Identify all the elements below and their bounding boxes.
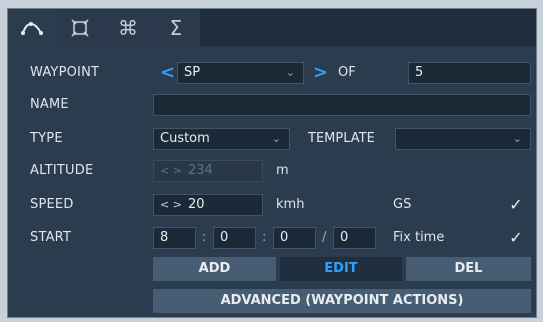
chevron-down-icon: ⌄ xyxy=(512,132,522,145)
waypoint-total-field: 5 xyxy=(408,62,531,84)
altitude-label: ALTITUDE xyxy=(30,163,94,178)
target-frame-icon xyxy=(71,18,89,37)
fix-time-label: Fix time xyxy=(393,230,445,245)
name-input[interactable] xyxy=(153,94,531,116)
time-separator: : xyxy=(202,230,207,245)
tab-waypoint-path[interactable] xyxy=(8,9,56,46)
altitude-unit: m xyxy=(276,163,289,178)
chevron-down-icon: ⌄ xyxy=(271,132,281,145)
template-label: TEMPLATE xyxy=(308,131,375,146)
del-button[interactable]: DEL xyxy=(406,257,531,281)
tab-target-frame[interactable] xyxy=(56,9,104,46)
template-select[interactable]: ⌄ xyxy=(395,128,531,150)
speed-label: SPEED xyxy=(30,197,74,212)
of-label: OF xyxy=(338,65,356,80)
tab-bar: ⌘ Σ xyxy=(8,9,536,46)
altitude-input: < > 234 xyxy=(153,160,263,182)
speed-unit: kmh xyxy=(276,197,305,212)
chevron-down-icon: ⌄ xyxy=(285,66,295,79)
gs-label: GS xyxy=(393,197,412,212)
type-label: TYPE xyxy=(30,131,63,146)
tab-sigma[interactable]: Σ xyxy=(152,9,200,46)
prev-waypoint-button[interactable]: < xyxy=(160,62,175,84)
start-minutes-input[interactable]: 0 xyxy=(213,227,256,249)
next-waypoint-button[interactable]: > xyxy=(313,62,328,84)
type-select-value: Custom xyxy=(160,131,210,146)
gs-checkbox[interactable]: ✓ xyxy=(507,196,525,214)
waypoint-path-icon xyxy=(21,21,43,35)
waypoint-panel: ⌘ Σ WAYPOINT < SP ⌄ > OF 5 NAME TYPE Cus… xyxy=(7,8,537,318)
name-label: NAME xyxy=(30,97,69,112)
start-fraction-input[interactable]: 0 xyxy=(333,227,376,249)
add-button[interactable]: ADD xyxy=(153,257,276,281)
tab-command[interactable]: ⌘ xyxy=(104,9,152,46)
speed-value: 20 xyxy=(187,197,205,212)
altitude-stepper-arrows: < > xyxy=(160,164,182,177)
start-seconds-input[interactable]: 0 xyxy=(273,227,316,249)
start-hours-input[interactable]: 8 xyxy=(153,227,196,249)
sigma-icon: Σ xyxy=(169,15,183,40)
speed-input[interactable]: < > 20 xyxy=(153,194,263,216)
command-icon: ⌘ xyxy=(118,15,138,40)
altitude-value: 234 xyxy=(187,163,213,178)
waypoint-select[interactable]: SP ⌄ xyxy=(177,62,304,84)
speed-stepper-arrows[interactable]: < > xyxy=(160,198,182,211)
fix-time-checkbox[interactable]: ✓ xyxy=(507,229,525,247)
time-separator: : xyxy=(262,230,267,245)
advanced-waypoint-actions-button[interactable]: ADVANCED (WAYPOINT ACTIONS) xyxy=(153,289,531,313)
type-select[interactable]: Custom ⌄ xyxy=(153,128,290,150)
waypoint-label: WAYPOINT xyxy=(30,65,100,80)
start-label: START xyxy=(30,230,72,245)
time-separator: / xyxy=(322,230,327,245)
waypoint-select-value: SP xyxy=(184,65,201,80)
edit-button[interactable]: EDIT xyxy=(280,257,402,281)
